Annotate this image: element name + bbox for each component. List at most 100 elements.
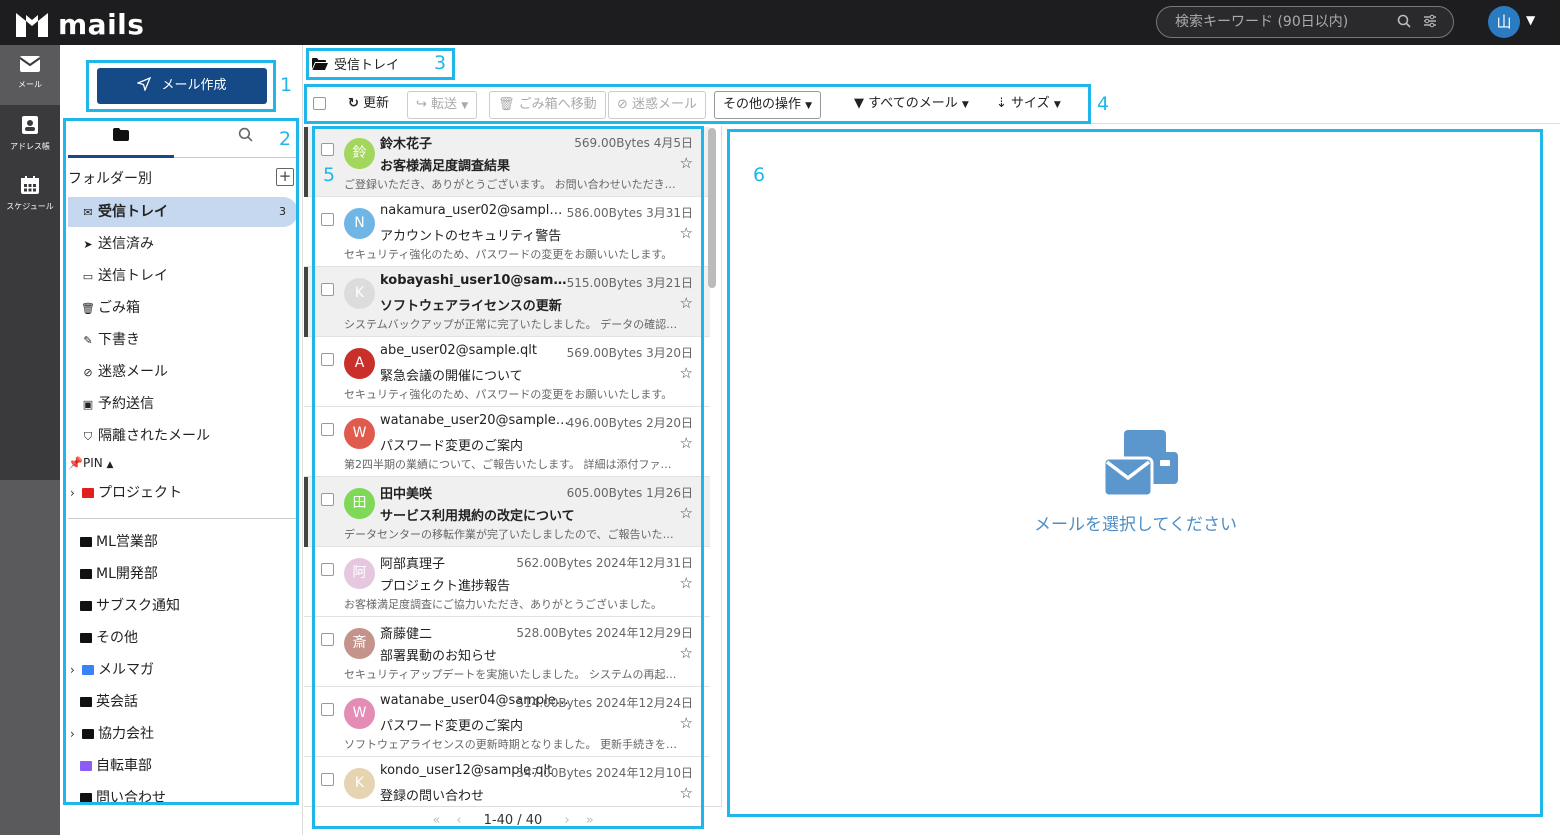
- star-icon[interactable]: ☆: [680, 714, 693, 732]
- tab-folders[interactable]: [68, 120, 174, 158]
- move-to-trash-button[interactable]: 🗑 ごみ箱へ移動: [489, 91, 606, 119]
- annotation-number-2: 2: [279, 128, 292, 150]
- search-icon[interactable]: [1397, 7, 1411, 37]
- email-size: 496.00Bytes: [566, 416, 643, 430]
- folder-label: 英会話: [96, 694, 138, 710]
- email-date: 3月31日: [646, 206, 693, 220]
- email-preview: ソフトウェアライセンスの更新時期となりました。 更新手続きをお願いします。: [344, 738, 679, 751]
- folder-item[interactable]: › 協力会社: [68, 719, 298, 749]
- email-list-scrollbar[interactable]: [708, 128, 716, 288]
- email-row[interactable]: W watanabe_user20@sample.qlt 496.00Bytes…: [304, 407, 710, 477]
- folder-item[interactable]: ✎ 下書き: [68, 325, 298, 355]
- star-icon[interactable]: ☆: [680, 644, 693, 662]
- folder-item[interactable]: サブスク通知: [68, 591, 298, 621]
- email-date: 3月20日: [646, 346, 693, 360]
- folder-item[interactable]: 🗑 ごみ箱: [68, 293, 298, 323]
- email-subject: 登録の問い合わせ: [380, 789, 485, 804]
- last-page-icon[interactable]: »: [586, 813, 594, 828]
- folder-item[interactable]: ML営業部: [68, 527, 298, 557]
- star-icon[interactable]: ☆: [680, 434, 693, 452]
- email-checkbox[interactable]: [321, 773, 334, 786]
- email-checkbox[interactable]: [321, 493, 334, 506]
- next-page-icon[interactable]: ›: [564, 813, 569, 828]
- refresh-button[interactable]: ↻ 更新: [340, 91, 398, 119]
- first-page-icon[interactable]: «: [432, 813, 440, 828]
- prev-page-icon[interactable]: ‹: [456, 813, 461, 828]
- folder-item[interactable]: ML開発部: [68, 559, 298, 589]
- annotation-number-3: 3: [434, 52, 447, 74]
- star-icon[interactable]: ☆: [680, 784, 693, 802]
- select-all-checkbox[interactable]: [313, 97, 326, 110]
- spam-button[interactable]: ⊘ 迷惑メール: [608, 91, 707, 119]
- folder-item[interactable]: 英会話: [68, 687, 298, 717]
- star-icon[interactable]: ☆: [680, 574, 693, 592]
- expand-chevron-icon[interactable]: ›: [70, 478, 82, 508]
- user-menu-caret-icon[interactable]: ▼: [1526, 13, 1535, 27]
- expand-chevron-icon[interactable]: ›: [70, 655, 82, 685]
- folder-item[interactable]: ⊘ 迷惑メール: [68, 357, 298, 387]
- user-avatar[interactable]: 山: [1488, 6, 1520, 38]
- sender-avatar: K: [344, 278, 375, 309]
- search-tab-icon: [238, 127, 252, 142]
- folder-icon: [80, 697, 92, 707]
- email-checkbox[interactable]: [321, 633, 334, 646]
- nav-mail[interactable]: メール: [0, 45, 60, 105]
- email-row[interactable]: 田 田中美咲 605.00Bytes 1月26日 サービス利用規約の改定について…: [304, 477, 710, 547]
- email-row[interactable]: A abe_user02@sample.qlt 569.00Bytes 3月20…: [304, 337, 710, 407]
- sort-icon: ⇣: [996, 96, 1007, 111]
- folder-item[interactable]: › メルマガ: [68, 655, 298, 685]
- folder-icon: [80, 793, 92, 803]
- email-meta: 514.00Bytes 2024年12月24日: [516, 694, 693, 711]
- email-checkbox[interactable]: [321, 283, 334, 296]
- app-logo[interactable]: mails: [14, 8, 144, 41]
- folder-item[interactable]: ▭ 送信トレイ: [68, 261, 298, 291]
- search-options-icon[interactable]: [1423, 7, 1437, 37]
- email-date: 2月20日: [646, 416, 693, 430]
- filter-dropdown[interactable]: ▼ すべてのメール ▼: [846, 91, 977, 119]
- star-icon[interactable]: ☆: [680, 294, 693, 312]
- folder-item[interactable]: ▣ 予約送信: [68, 389, 298, 419]
- email-subject: プロジェクト進捗報告: [380, 579, 511, 594]
- email-row[interactable]: 鈴 鈴木花子 569.00Bytes 4月5日 お客様満足度調査結果 ☆ ご登録…: [304, 127, 710, 197]
- email-preview: 第2四半期の業績について、ご報告いたします。 詳細は添付ファイルをご覧ください。: [344, 458, 679, 471]
- other-operations-button[interactable]: その他の操作 ▼: [714, 91, 822, 119]
- folder-item[interactable]: ➤ 送信済み: [68, 229, 298, 259]
- star-icon[interactable]: ☆: [680, 364, 693, 382]
- nav-schedule[interactable]: スケジュール: [0, 165, 60, 225]
- email-checkbox[interactable]: [321, 213, 334, 226]
- folder-type-icon: ▭: [82, 270, 94, 283]
- folder-item[interactable]: ✉ 受信トレイ 3: [68, 197, 298, 227]
- email-meta: 586.00Bytes 3月31日: [567, 204, 693, 221]
- email-checkbox[interactable]: [321, 563, 334, 576]
- email-row[interactable]: K kobayashi_user10@sample.qlt 515.00Byte…: [304, 267, 710, 337]
- sender-avatar: K: [344, 768, 375, 799]
- email-row[interactable]: 斎 斎藤健二 528.00Bytes 2024年12月29日 部署異動のお知らせ…: [304, 617, 710, 687]
- folder-item[interactable]: 問い合わせ: [68, 783, 298, 803]
- sort-dropdown[interactable]: ⇣ サイズ ▼: [988, 91, 1069, 119]
- email-row[interactable]: N nakamura_user02@sample.qlt 586.00Bytes…: [304, 197, 710, 267]
- email-sender: abe_user02@sample.qlt: [380, 343, 537, 358]
- left-nav-filler: [0, 480, 60, 835]
- email-checkbox[interactable]: [321, 143, 334, 156]
- star-icon[interactable]: ☆: [680, 504, 693, 522]
- folder-item[interactable]: › プロジェクト: [68, 478, 298, 508]
- add-folder-button[interactable]: +: [276, 168, 294, 186]
- star-icon[interactable]: ☆: [680, 224, 693, 242]
- email-checkbox[interactable]: [321, 703, 334, 716]
- nav-address-book[interactable]: アドレス帳: [0, 105, 60, 165]
- email-row[interactable]: 阿 阿部真理子 562.00Bytes 2024年12月31日 プロジェクト進捗…: [304, 547, 710, 617]
- email-meta: 496.00Bytes 2月20日: [567, 414, 693, 431]
- compose-button[interactable]: メール作成: [97, 68, 267, 104]
- forward-button[interactable]: ↪ 転送 ▼: [407, 91, 478, 119]
- folder-item[interactable]: 自転車部: [68, 751, 298, 781]
- email-checkbox[interactable]: [321, 423, 334, 436]
- folder-item[interactable]: ⛉ 隔離されたメール: [68, 421, 298, 451]
- folder-item[interactable]: その他: [68, 623, 298, 653]
- expand-chevron-icon[interactable]: ›: [70, 719, 82, 749]
- search-input[interactable]: 検索キーワード (90日以内): [1156, 6, 1454, 38]
- email-checkbox[interactable]: [321, 353, 334, 366]
- email-row[interactable]: W watanabe_user04@sample.qlt 514.00Bytes…: [304, 687, 710, 757]
- pin-section[interactable]: 📌PIN ▲: [68, 456, 113, 470]
- email-date: 4月5日: [653, 136, 693, 150]
- star-icon[interactable]: ☆: [680, 154, 693, 172]
